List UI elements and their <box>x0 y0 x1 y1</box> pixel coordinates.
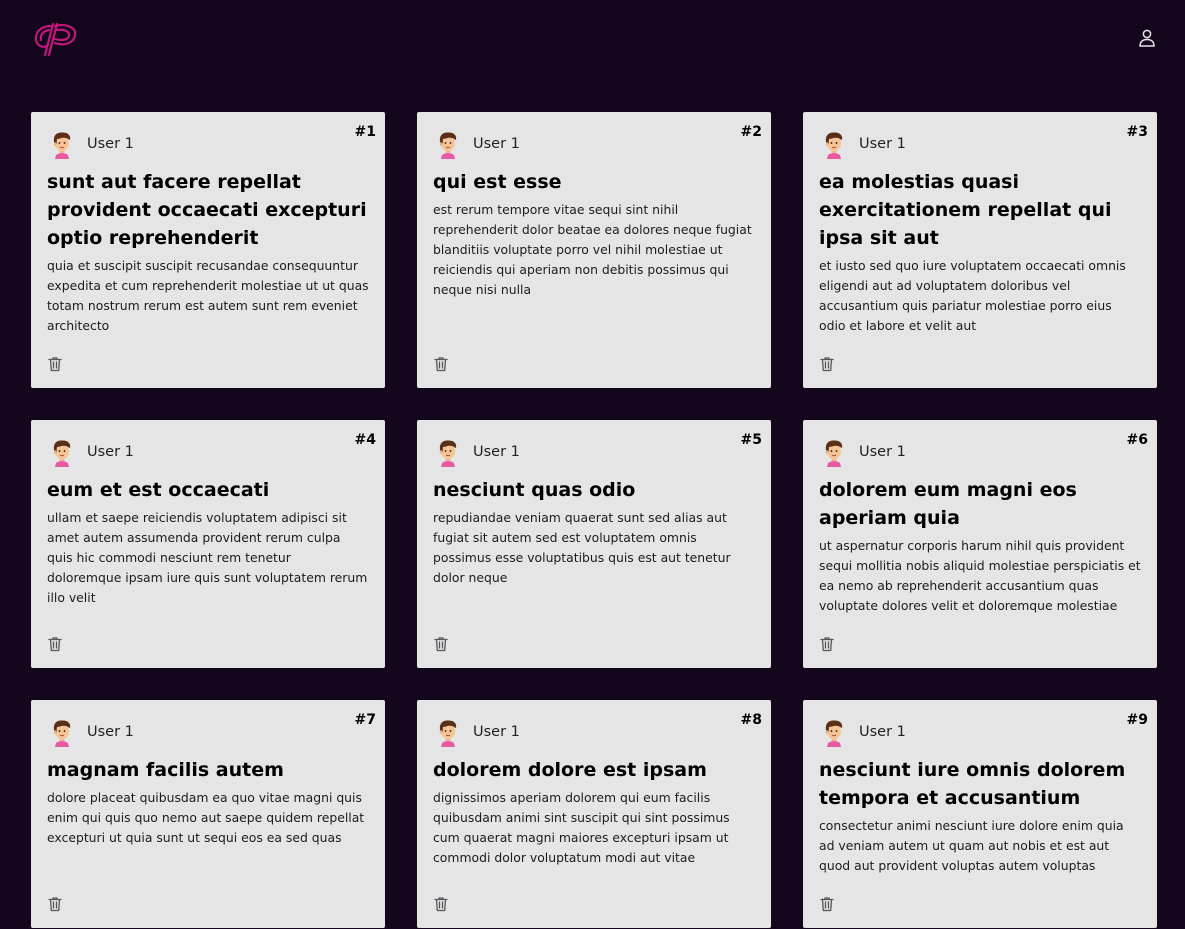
post-card: User 1 #3 ea molestias quasi exercitatio… <box>803 112 1157 388</box>
trash-icon[interactable] <box>819 896 835 912</box>
post-username: User 1 <box>473 136 520 152</box>
avatar-icon <box>47 129 77 159</box>
post-title: eum et est occaecati <box>47 479 270 501</box>
post-number: #8 <box>740 712 762 728</box>
post-number: #7 <box>354 712 376 728</box>
post-number: #4 <box>354 432 376 448</box>
post-title: qui est esse <box>433 171 562 193</box>
post-card: User 1 #8 dolorem dolore est ipsam digni… <box>417 700 771 928</box>
post-username: User 1 <box>87 136 134 152</box>
logo-icon[interactable] <box>33 20 79 58</box>
trash-icon[interactable] <box>819 356 835 372</box>
post-username: User 1 <box>473 724 520 740</box>
post-author: User 1 <box>47 436 369 468</box>
post-author: User 1 <box>47 716 369 748</box>
post-author: User 1 <box>819 716 1141 748</box>
trash-icon[interactable] <box>819 636 835 652</box>
trash-icon[interactable] <box>47 896 63 912</box>
post-author: User 1 <box>433 716 755 748</box>
post-card: User 1 #5 nesciunt quas odio repudiandae… <box>417 420 771 668</box>
post-body: quia et suscipit suscipit recusandae con… <box>47 258 369 333</box>
avatar-icon <box>819 437 849 467</box>
post-username: User 1 <box>859 444 906 460</box>
post-grid: User 1 #1 sunt aut facere repellat provi… <box>31 112 1157 928</box>
post-card: User 1 #4 eum et est occaecati ullam et … <box>31 420 385 668</box>
avatar-icon <box>433 437 463 467</box>
post-body: repudiandae veniam quaerat sunt sed alia… <box>433 510 731 585</box>
post-username: User 1 <box>859 724 906 740</box>
post-body: ullam et saepe reiciendis voluptatem adi… <box>47 510 368 605</box>
post-body: et iusto sed quo iure voluptatem occaeca… <box>819 258 1126 333</box>
post-author: User 1 <box>819 128 1141 160</box>
post-card: User 1 #6 dolorem eum magni eos aperiam … <box>803 420 1157 668</box>
avatar-icon <box>819 717 849 747</box>
post-card: User 1 #7 magnam facilis autem dolore pl… <box>31 700 385 928</box>
post-body: dolore placeat quibusdam ea quo vitae ma… <box>47 790 365 845</box>
post-title: nesciunt quas odio <box>433 479 636 501</box>
user-icon[interactable] <box>1137 28 1157 48</box>
post-title: sunt aut facere repellat provident occae… <box>47 171 367 249</box>
post-title: dolorem eum magni eos aperiam quia <box>819 479 1077 529</box>
avatar-icon <box>433 717 463 747</box>
post-author: User 1 <box>819 436 1141 468</box>
avatar-icon <box>819 129 849 159</box>
post-title: nesciunt iure omnis dolorem tempora et a… <box>819 759 1126 809</box>
post-number: #5 <box>740 432 762 448</box>
trash-icon[interactable] <box>433 896 449 912</box>
post-number: #9 <box>1126 712 1148 728</box>
post-title: dolorem dolore est ipsam <box>433 759 707 781</box>
post-username: User 1 <box>87 724 134 740</box>
post-card: User 1 #2 qui est esse est rerum tempore… <box>417 112 771 388</box>
post-username: User 1 <box>473 444 520 460</box>
post-title: ea molestias quasi exercitationem repell… <box>819 171 1112 249</box>
trash-icon[interactable] <box>47 356 63 372</box>
post-number: #1 <box>354 124 376 140</box>
avatar-icon <box>433 129 463 159</box>
post-author: User 1 <box>433 436 755 468</box>
post-author: User 1 <box>47 128 369 160</box>
post-body: consectetur animi nesciunt iure dolore e… <box>819 818 1124 873</box>
avatar-icon <box>47 437 77 467</box>
trash-icon[interactable] <box>47 636 63 652</box>
post-body: est rerum tempore vitae sequi sint nihil… <box>433 202 752 297</box>
post-number: #3 <box>1126 124 1148 140</box>
post-card: User 1 #9 nesciunt iure omnis dolorem te… <box>803 700 1157 928</box>
post-card: User 1 #1 sunt aut facere repellat provi… <box>31 112 385 388</box>
post-title: magnam facilis autem <box>47 759 284 781</box>
avatar-icon <box>47 717 77 747</box>
post-author: User 1 <box>433 128 755 160</box>
post-username: User 1 <box>859 136 906 152</box>
trash-icon[interactable] <box>433 636 449 652</box>
header <box>0 0 1185 80</box>
post-number: #2 <box>740 124 762 140</box>
post-body: ut aspernatur corporis harum nihil quis … <box>819 538 1141 613</box>
post-body: dignissimos aperiam dolorem qui eum faci… <box>433 790 730 865</box>
post-username: User 1 <box>87 444 134 460</box>
trash-icon[interactable] <box>433 356 449 372</box>
post-number: #6 <box>1126 432 1148 448</box>
